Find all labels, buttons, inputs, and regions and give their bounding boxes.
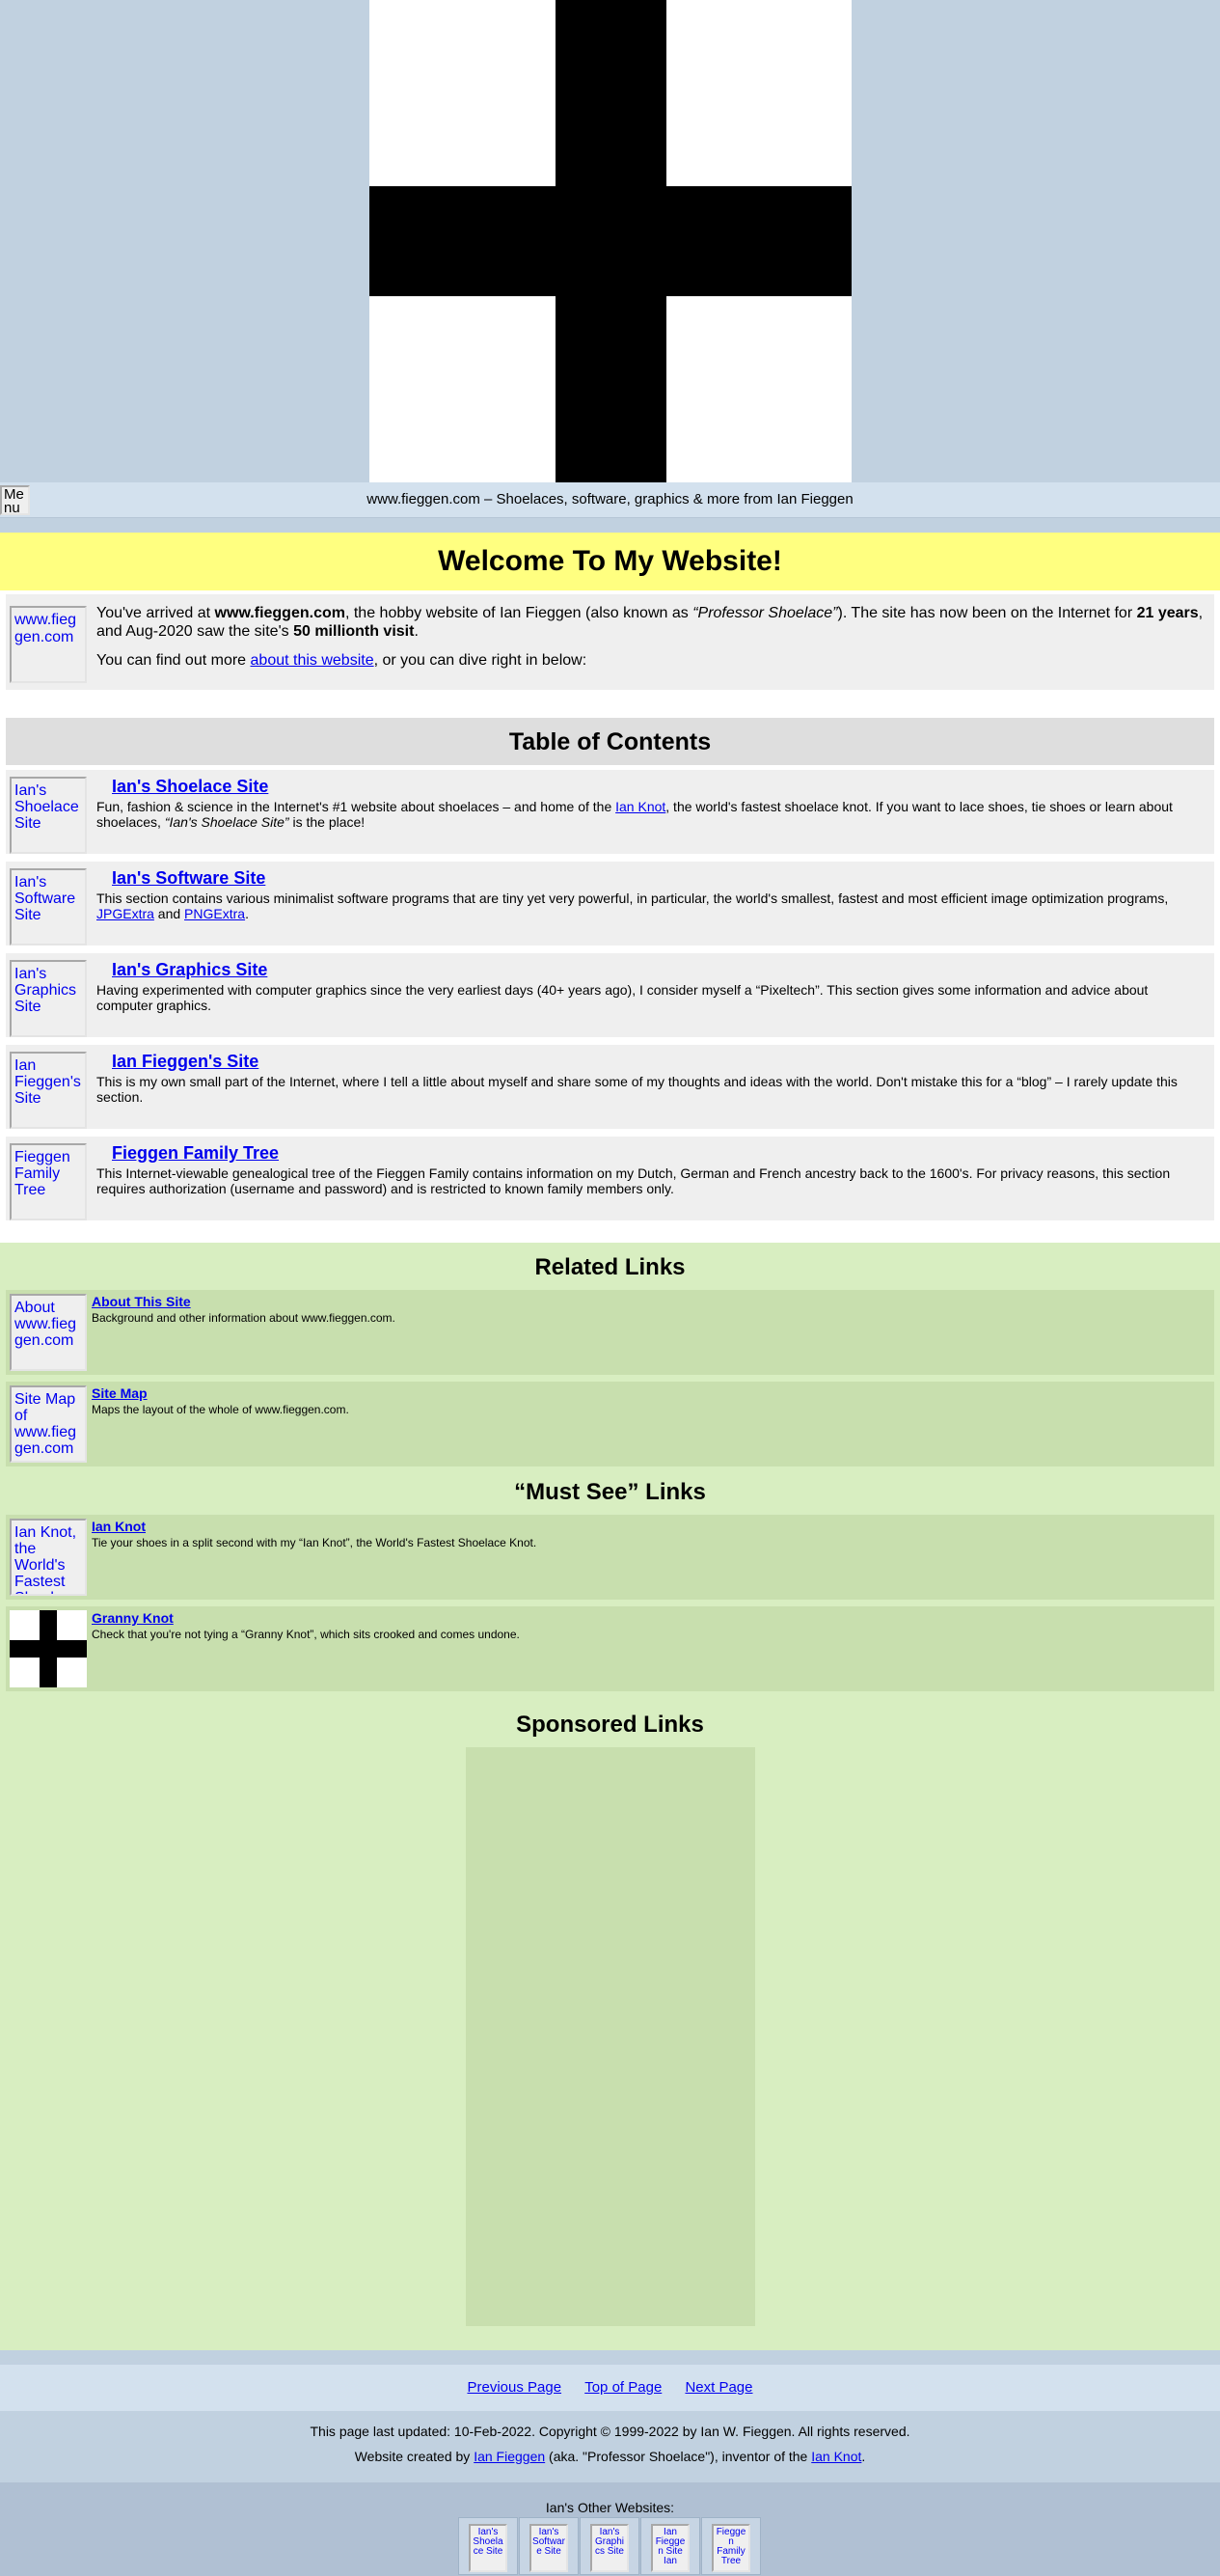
desc-text: This section contains various minimalist… — [96, 891, 1169, 906]
toc-item-description: This Internet-viewable genealogical tree… — [96, 1165, 1171, 1196]
toc-item-ian-fieggen: Ian Fieggen's Site Ian Fieggen's Site Th… — [6, 1045, 1214, 1129]
toc-item-graphics: Ian's Graphics Site Ian's Graphics Site … — [6, 953, 1214, 1037]
related-link-about: About www.fieggen.com About This Site Ba… — [6, 1290, 1214, 1375]
sponsored-ad-slot[interactable] — [466, 1747, 755, 2326]
ian-fieggen-site-image[interactable]: Ian Fieggen's Site — [10, 1052, 87, 1129]
other-websites-label: Ian's Other Websites: — [545, 2500, 675, 2515]
intro-text: You've arrived at — [96, 605, 215, 621]
graphics-site-link[interactable]: Ian's Graphics Site — [112, 960, 267, 980]
other-site-software[interactable]: Ian's Software Site — [519, 2517, 579, 2575]
intro-visits: 50 millionth visit — [293, 623, 415, 640]
must-see-description: Tie your shoes in a split second with my… — [92, 1536, 537, 1549]
credit-text: . — [861, 2449, 866, 2464]
other-websites-bar: Ian's Other Websites: Ian's Shoelace Sit… — [0, 2482, 1220, 2576]
software-site-link[interactable]: Ian's Software Site — [112, 868, 265, 889]
footer-ian-knot-link[interactable]: Ian Knot — [811, 2449, 861, 2464]
other-site-family-tree[interactable]: Fieggen Family Tree — [701, 2517, 761, 2575]
welcome-heading: Welcome To My Website! — [0, 533, 1220, 590]
granny-knot-image[interactable] — [10, 1610, 87, 1687]
sponsored-links-heading: Sponsored Links — [516, 1712, 704, 1738]
intro-paragraph: You've arrived at www.fieggen.com, the h… — [96, 604, 1206, 641]
desc-text: Fun, fashion & science in the Internet's… — [96, 799, 616, 814]
software-site-image[interactable]: Ian's Software Site — [10, 868, 87, 945]
toc-item-description: This section contains various minimalist… — [96, 891, 1206, 921]
family-tree-image[interactable]: Fieggen Family Tree — [10, 1143, 87, 1220]
website-credit: Website created by Ian Fieggen (aka. "Pr… — [0, 2449, 1220, 2464]
pngextra-link[interactable]: PNGExtra — [184, 906, 245, 921]
ian-fieggen-site-link[interactable]: Ian Fieggen's Site — [112, 1052, 258, 1072]
shoelace-site-icon[interactable]: Ian's Shoelace Site — [469, 2524, 507, 2572]
toc-item-description: Fun, fashion & science in the Internet's… — [96, 799, 1206, 830]
ian-knot-image[interactable]: Ian Knot, the World's Fastest Shoelace K… — [10, 1519, 87, 1596]
toc-item-family-tree: Fieggen Family Tree Fieggen Family Tree … — [6, 1137, 1214, 1220]
related-links-heading: Related Links — [534, 1254, 686, 1280]
ian-fieggen-link[interactable]: Ian Fieggen — [474, 2449, 545, 2464]
related-link-description: Maps the layout of the whole of www.fieg… — [92, 1403, 349, 1416]
ian-fieggen-site-icon[interactable]: Ian Fieggen Site Ian — [651, 2524, 690, 2572]
family-tree-link[interactable]: Fieggen Family Tree — [112, 1143, 279, 1164]
intro-text: , or you can dive right in below: — [373, 652, 587, 669]
credit-text: Website created by — [354, 2449, 474, 2464]
desc-text: is the place! — [288, 814, 366, 830]
graphics-site-icon[interactable]: Ian's Graphics Site — [590, 2524, 629, 2572]
related-link-description: Background and other information about w… — [92, 1311, 395, 1325]
granny-knot-link[interactable]: Granny Knot — [92, 1610, 174, 1626]
intro-paragraph-2: You can find out more about this website… — [96, 651, 1206, 670]
top-of-page-link[interactable]: Top of Page — [584, 2379, 662, 2396]
intro-text: , the hobby website of Ian Fieggen (also… — [344, 605, 693, 621]
related-link-sitemap: Site Map of www.fieggen.com Site Map Map… — [6, 1382, 1214, 1466]
toc-item-description: Having experimented with computer graphi… — [96, 982, 1149, 1013]
must-see-links-heading: “Must See” Links — [514, 1479, 706, 1505]
desc-emphasis: “Ian's Shoelace Site” — [164, 814, 289, 830]
ian-knot-link[interactable]: Ian Knot — [615, 799, 665, 814]
other-site-shoelace[interactable]: Ian's Shoelace Site — [458, 2517, 518, 2575]
desc-text: . — [245, 906, 249, 921]
credit-text: (aka. "Professor Shoelace"), inventor of… — [545, 2449, 812, 2464]
intro-text: You can find out more — [96, 652, 251, 669]
intro-years: 21 years — [1136, 605, 1199, 621]
site-tagline: www.fieggen.com – Shoelaces, software, g… — [366, 491, 854, 507]
must-see-granny-knot: Granny Knot Check that you're not tying … — [6, 1606, 1214, 1691]
previous-page-link[interactable]: Previous Page — [467, 2379, 561, 2396]
toc-item-software: Ian's Software Site Ian's Software Site … — [6, 862, 1214, 945]
cross-horizontal-bar — [10, 1640, 87, 1658]
toc-item-shoelace: Ian's Shoelace Site Ian's Shoelace Site … — [6, 770, 1214, 854]
cross-horizontal-bar — [369, 186, 852, 296]
ian-knot-title-link[interactable]: Ian Knot — [92, 1519, 146, 1534]
hero-banner — [0, 0, 1220, 482]
other-site-ian-fieggen[interactable]: Ian Fieggen Site Ian — [640, 2517, 700, 2575]
intro-nickname: “Professor Shoelace” — [692, 605, 838, 621]
intro-panel: www.fieggen.com You've arrived at www.fi… — [6, 594, 1214, 690]
site-logo-image: www.fieggen.com — [10, 606, 87, 683]
intro-text: . — [414, 623, 419, 640]
site-map-link[interactable]: Site Map — [92, 1385, 148, 1401]
hero-cross-graphic — [369, 0, 852, 482]
software-site-icon[interactable]: Ian's Software Site — [529, 2524, 568, 2572]
site-header-bar: Menu www.fieggen.com – Shoelaces, softwa… — [0, 482, 1220, 518]
must-see-description: Check that you're not tying a “Granny Kn… — [92, 1628, 520, 1641]
shoelace-site-image[interactable]: Ian's Shoelace Site — [10, 777, 87, 854]
toc-item-description: This is my own small part of the Interne… — [96, 1074, 1178, 1105]
intro-text: ). The site has now been on the Internet… — [837, 605, 1137, 621]
family-tree-site-icon[interactable]: Fieggen Family Tree — [712, 2524, 750, 2572]
shoelace-site-link[interactable]: Ian's Shoelace Site — [112, 777, 268, 797]
intro-site-name: www.fieggen.com — [214, 605, 345, 621]
last-updated-copyright: This page last updated: 10-Feb-2022. Cop… — [310, 2424, 910, 2439]
about-site-image[interactable]: About www.fieggen.com — [10, 1294, 87, 1371]
other-site-graphics[interactable]: Ian's Graphics Site — [580, 2517, 639, 2575]
toc-heading: Table of Contents — [6, 718, 1214, 765]
jpgextra-link[interactable]: JPGExtra — [96, 906, 154, 921]
next-page-link[interactable]: Next Page — [685, 2379, 752, 2396]
about-this-website-link[interactable]: about this website — [251, 652, 374, 669]
desc-text: and — [153, 906, 185, 921]
page-nav-bar: Previous Page Top of Page Next Page — [0, 2365, 1220, 2411]
must-see-ian-knot: Ian Knot, the World's Fastest Shoelace K… — [6, 1515, 1214, 1600]
page-footer: This page last updated: 10-Feb-2022. Cop… — [0, 2411, 1220, 2482]
about-this-site-link[interactable]: About This Site — [92, 1294, 191, 1309]
site-map-image[interactable]: Site Map of www.fieggen.com — [10, 1385, 87, 1463]
graphics-site-image[interactable]: Ian's Graphics Site — [10, 960, 87, 1037]
